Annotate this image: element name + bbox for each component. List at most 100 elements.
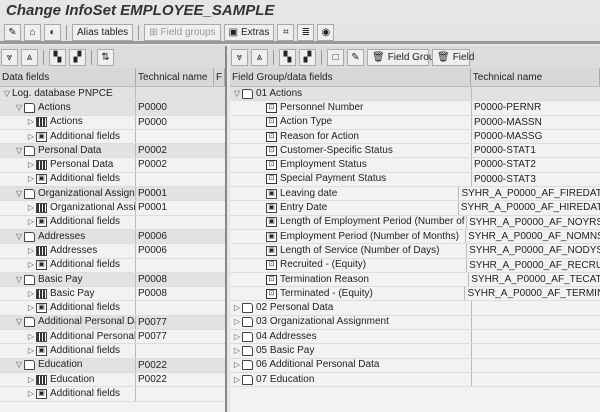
tree-row[interactable]: ▽ Actions P0000 [0,101,225,116]
collapse-triangle-icon[interactable]: ▽ [232,87,242,100]
expand-triangle-icon[interactable]: ▷ [232,330,242,343]
delete-field-group-button[interactable]: 🗑 Field Group [367,48,440,66]
tree-row[interactable]: ▷ Education P0022 [0,372,225,388]
delete-field-button[interactable]: 🗑 Field [432,48,474,66]
tree-row[interactable]: ▽ Basic Pay P0008 [0,272,225,288]
tree-row[interactable]: ▷ ▣ Additional fields [0,129,225,145]
find-icon[interactable]: ▚ [279,48,296,66]
collapse-triangle-icon[interactable]: ▽ [14,144,24,157]
tree-row[interactable]: ⊡ Employment Status P0000-STAT2 [230,158,600,173]
tree-row[interactable]: ▷ ▣ Additional fields [0,301,225,316]
collapse-triangle-icon[interactable]: ▽ [14,316,24,329]
find-next-icon[interactable]: ▞ [299,48,316,66]
tree-row[interactable]: ⊡ Terminated - (Equity) SYHR_A_P0000_AF_TE… [230,287,600,302]
tree-row[interactable]: ▣ Leaving date SYHR_A_P0000_AF_FIREDATE [230,187,600,202]
sort-icon[interactable]: ⇅ [97,48,114,66]
tree-row[interactable]: ▷ ▣ Additional fields [0,387,225,402]
collapse-triangle-icon[interactable]: ▽ [14,187,24,200]
tree-row[interactable]: ▷ Organizational AssignmentP0001 [0,201,225,216]
tree-row[interactable]: ▽ Addresses P0006 [0,229,225,245]
tree-row[interactable]: ▷ 04 Addresses [230,330,600,345]
col-technical-name[interactable]: Technical name [471,68,600,86]
collapse-all-icon[interactable]: ⩓ [251,48,268,66]
expand-triangle-icon[interactable]: ▷ [26,259,36,272]
expand-triangle-icon[interactable]: ▷ [232,359,242,372]
expand-triangle-icon[interactable]: ▷ [26,373,36,386]
hierarchy-icon[interactable]: ⌂ [24,23,41,41]
collapse-triangle-icon[interactable]: ▽ [14,359,24,372]
find-icon[interactable]: ▚ [49,48,66,66]
tree-row[interactable]: ▷ ▣ Additional fields [0,172,225,188]
col-technical-name[interactable]: Technical name [136,68,214,86]
frame-icon[interactable]: ⌗ [277,23,295,41]
field-groups-button[interactable]: ⊞ Field groups [144,23,221,41]
tree-row[interactable]: ▣ Length of Service (Number of Days) SYHR_… [230,244,600,259]
collapse-triangle-icon[interactable]: ▽ [14,230,24,243]
tree-row[interactable]: ▷ Additional Personal DataP0077 [0,330,225,345]
tree-row[interactable]: ⊡ Recruited - (Equity) SYHR_A_P0000_AF_REC… [230,258,600,273]
collapse-triangle-icon[interactable]: ▽ [2,87,12,100]
change-icon[interactable]: ✎ [4,23,21,41]
tree-row[interactable]: ⊡ Customer-Specific Status P0000-STAT1 [230,144,600,159]
expand-triangle-icon[interactable]: ▷ [232,316,242,329]
tree-row[interactable]: ▷ ▣ Additional fields [0,258,225,273]
edit-icon[interactable]: ✎ [347,48,364,66]
tree-row[interactable]: ⊡ Action Type P0000-MASSN [230,115,600,130]
expand-triangle-icon[interactable]: ▷ [232,373,242,386]
expand-triangle-icon[interactable]: ▷ [26,173,36,186]
tree-row[interactable]: ▣ Length of Employment Period (Number of … [230,215,600,230]
tree-row[interactable]: ▷ 03 Organizational Assignment [230,315,600,331]
tree-row[interactable]: ⊡ Reason for Action P0000-MASSG [230,129,600,145]
globe-icon[interactable]: ◐ [44,23,61,41]
tree-row[interactable]: ⊡ Termination Reason SYHR_A_P0000_AF_TECAT [230,272,600,288]
list-icon[interactable]: ≣ [297,23,315,41]
expand-all-icon[interactable]: ⩔ [1,48,18,66]
expand-triangle-icon[interactable]: ▷ [26,244,36,257]
tree-row[interactable]: ▽ Log. database PNPCE [0,87,225,102]
tree-row[interactable]: ▷ 06 Additional Personal Data [230,358,600,373]
tree-row[interactable]: ⊡ Special Payment Status P0000-STAT3 [230,172,600,188]
tree-row[interactable]: ▷ 07 Education [230,372,600,388]
expand-triangle-icon[interactable]: ▷ [232,344,242,357]
collapse-all-icon[interactable]: ⩓ [21,48,38,66]
tree-row[interactable]: ▽ Additional Personal DataP0077 [0,315,225,331]
expand-triangle-icon[interactable]: ▷ [232,301,242,314]
tree-row[interactable]: ▷ 05 Basic Pay [230,344,600,359]
tree-row[interactable]: ▣ Employment Period (Number of Months) SYH… [230,229,600,245]
tree-row[interactable]: ▷ 02 Personal Data [230,301,600,316]
expand-triangle-icon[interactable]: ▷ [26,330,36,343]
extras-button[interactable]: ▣ Extras [223,23,275,41]
new-icon[interactable]: □ [327,48,344,66]
tree-row[interactable]: ▷ ▣ Additional fields [0,344,225,359]
expand-all-icon[interactable]: ⩔ [231,48,248,66]
check-icon[interactable]: ◉ [317,23,335,41]
col-f[interactable]: F [214,68,225,86]
collapse-triangle-icon[interactable]: ▽ [14,273,24,286]
tree-row[interactable]: ▷ Addresses P0006 [0,244,225,259]
tree-row[interactable]: ▽ Organizational AssignmentP0001 [0,187,225,202]
expand-triangle-icon[interactable]: ▷ [26,344,36,357]
col-data-fields[interactable]: Data fields [0,68,136,86]
technical-name: SYHR_A_P0000_AF_NOYRS [469,216,600,228]
expand-triangle-icon[interactable]: ▷ [26,301,36,314]
expand-triangle-icon[interactable]: ▷ [26,116,36,129]
tree-row[interactable]: ▷ Basic Pay P0008 [0,287,225,302]
tree-row[interactable]: ▷ ▣ Additional fields [0,215,225,230]
expand-triangle-icon[interactable]: ▷ [26,130,36,143]
tree-row[interactable]: ⊡ Personnel Number P0000-PERNR [230,101,600,116]
col-field-group[interactable]: Field Group/data fields [230,68,471,86]
expand-triangle-icon[interactable]: ▷ [26,216,36,229]
tree-row[interactable]: ▽ 01 Actions [230,87,600,102]
expand-triangle-icon[interactable]: ▷ [26,201,36,214]
tree-row[interactable]: ▽ Education P0022 [0,358,225,373]
tree-row[interactable]: ▽ Personal Data P0002 [0,144,225,159]
collapse-triangle-icon[interactable]: ▽ [14,101,24,114]
expand-triangle-icon[interactable]: ▷ [26,158,36,171]
find-next-icon[interactable]: ▞ [69,48,86,66]
tree-row[interactable]: ▷ Actions P0000 [0,115,225,130]
expand-triangle-icon[interactable]: ▷ [26,287,36,300]
expand-triangle-icon[interactable]: ▷ [26,387,36,400]
alias-tables-button[interactable]: Alias tables [72,23,134,41]
tree-row[interactable]: ▣ Entry Date SYHR_A_P0000_AF_HIREDATE [230,201,600,216]
tree-row[interactable]: ▷ Personal Data P0002 [0,158,225,173]
